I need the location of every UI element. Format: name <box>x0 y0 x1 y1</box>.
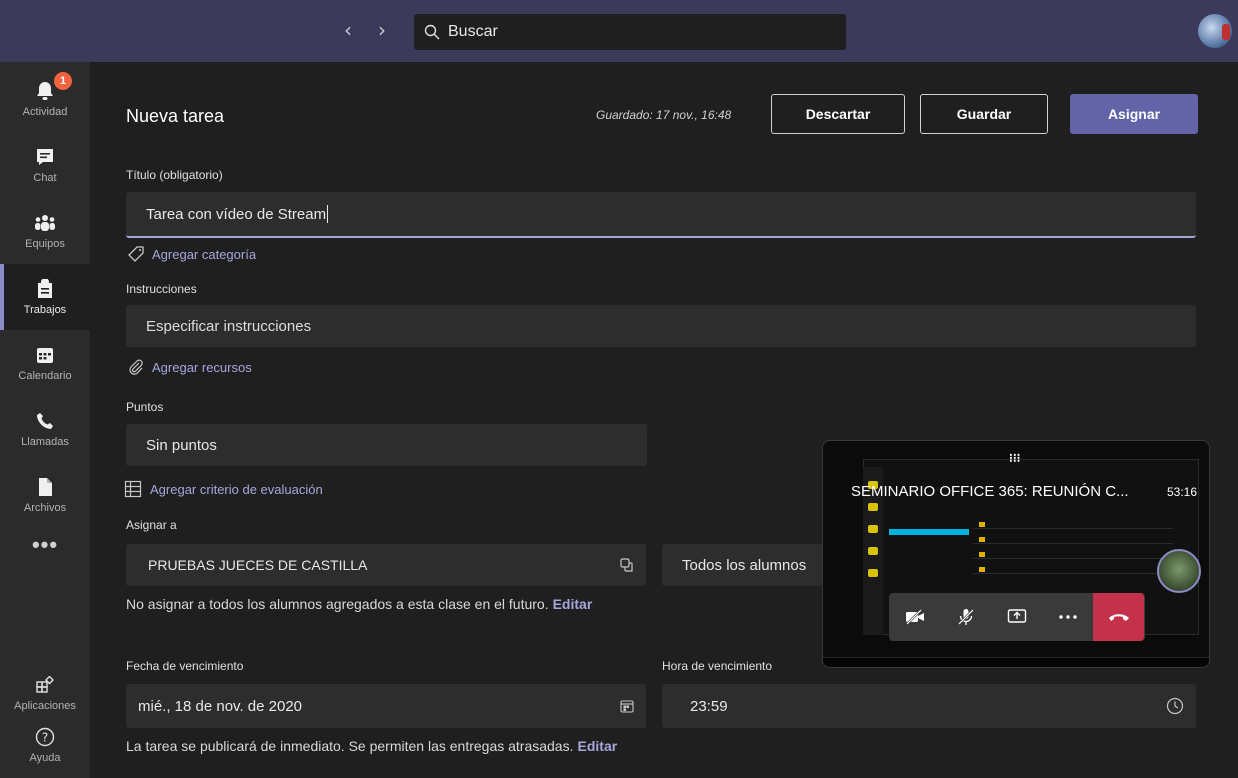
bell-icon <box>34 80 56 102</box>
publish-note-text: La tarea se publicará de inmediato. Se p… <box>126 738 574 754</box>
add-resources-link[interactable]: Agregar recursos <box>128 359 252 375</box>
save-button[interactable]: Guardar <box>920 94 1048 134</box>
instructions-field[interactable]: Especificar instrucciones <box>126 305 1196 347</box>
add-category-label: Agregar categoría <box>152 246 257 262</box>
meeting-duration: 53:16 <box>1166 485 1197 499</box>
tag-icon <box>128 246 144 262</box>
rail-item-more[interactable]: ••• <box>0 520 90 570</box>
class-value: PRUEBAS JUECES DE CASTILLA <box>148 557 368 573</box>
chat-icon <box>34 146 56 168</box>
page-title: Nueva tarea <box>126 106 225 126</box>
rail-item-files[interactable]: Archivos <box>0 462 90 528</box>
help-icon: ? <box>34 726 56 748</box>
file-icon <box>34 476 56 498</box>
teams-icon <box>34 212 56 234</box>
calendar-icon <box>34 344 56 366</box>
app-bar: 1 Actividad Chat Equipos Trabajos Calend… <box>0 62 90 778</box>
back-arrow-icon[interactable]: ‹ <box>336 16 360 44</box>
discard-button[interactable]: Descartar <box>771 94 905 134</box>
participant-thumbnail <box>1157 549 1201 593</box>
rail-label: Aplicaciones <box>14 700 76 712</box>
search-icon <box>424 24 440 40</box>
assign-to-label: Asignar a <box>126 518 177 532</box>
rail-label: Archivos <box>23 502 67 514</box>
rail-label: Ayuda <box>29 752 61 764</box>
meeting-video-overlay[interactable]: ⁝⁝⁝ SEMINARIO OFFICE 365: REUNIÓN C... 5… <box>822 440 1210 668</box>
apps-icon <box>34 674 56 696</box>
rail-item-calls[interactable]: Llamadas <box>0 396 90 462</box>
future-students-note: No asignar a todos los alumnos agregados… <box>126 596 592 612</box>
future-students-text: No asignar a todos los alumnos agregados… <box>126 596 549 612</box>
svg-text:?: ? <box>42 731 48 745</box>
text-caret <box>327 205 329 223</box>
phone-icon <box>34 410 56 432</box>
meeting-grid-icon[interactable]: ⁝⁝⁝ <box>1009 451 1020 465</box>
rail-label: Calendario <box>18 370 72 382</box>
points-label: Puntos <box>126 400 164 414</box>
paperclip-icon <box>128 359 144 375</box>
instructions-label: Instrucciones <box>126 282 197 296</box>
add-rubric-link[interactable]: Agregar criterio de evaluación <box>124 480 323 498</box>
class-picker[interactable]: PRUEBAS JUECES DE CASTILLA <box>126 544 646 586</box>
rail-item-calendar[interactable]: Calendario <box>0 330 90 396</box>
title-value: Tarea con vídeo de Stream <box>146 205 327 223</box>
future-edit-link[interactable]: Editar <box>553 596 593 612</box>
history-nav: ‹ › <box>336 16 394 44</box>
user-avatar[interactable] <box>1198 14 1232 48</box>
more-icon: ••• <box>31 532 59 557</box>
class-switch-icon <box>620 558 634 572</box>
due-date-field[interactable]: mié., 18 de nov. de 2020 <box>126 684 646 728</box>
hang-up-icon[interactable] <box>1093 593 1144 641</box>
due-date-value: mié., 18 de nov. de 2020 <box>138 697 303 715</box>
rail-label: Trabajos <box>23 304 67 316</box>
shared-channel-list <box>889 519 969 579</box>
notification-badge: 1 <box>54 72 72 90</box>
forward-arrow-icon[interactable]: › <box>370 16 394 44</box>
camera-off-icon[interactable] <box>889 593 940 641</box>
search-input[interactable]: Buscar <box>414 14 846 50</box>
assign-button[interactable]: Asignar <box>1070 94 1198 134</box>
rail-item-chat[interactable]: Chat <box>0 132 90 198</box>
rail-item-teams[interactable]: Equipos <box>0 198 90 264</box>
rail-item-assignments[interactable]: Trabajos <box>0 264 90 330</box>
points-field[interactable]: Sin puntos <box>126 424 647 466</box>
rail-label: Llamadas <box>21 436 69 448</box>
shared-taskbar <box>823 657 1209 667</box>
rail-item-help[interactable]: ? Ayuda <box>0 712 90 778</box>
due-time-label: Hora de vencimiento <box>662 659 773 673</box>
rubric-grid-icon <box>124 480 142 498</box>
calendar-picker-icon[interactable] <box>620 699 634 713</box>
saved-status: Guardado: 17 nov., 16:48 <box>596 108 732 122</box>
assignments-icon <box>34 278 56 300</box>
top-bar: ‹ › Buscar <box>0 0 1238 62</box>
due-time-field[interactable]: 23:59 <box>662 684 1196 728</box>
title-label: Título (obligatorio) <box>126 168 223 182</box>
rail-label: Actividad <box>22 106 68 118</box>
call-controls <box>889 593 1145 641</box>
meeting-title: SEMINARIO OFFICE 365: REUNIÓN C... <box>851 483 1129 500</box>
publish-note: La tarea se publicará de inmediato. Se p… <box>126 738 617 754</box>
add-rubric-label: Agregar criterio de evaluación <box>150 481 323 497</box>
publish-edit-link[interactable]: Editar <box>578 738 618 754</box>
due-time-value: 23:59 <box>690 697 728 715</box>
shared-file-rows <box>973 521 1173 581</box>
share-screen-icon[interactable] <box>991 593 1042 641</box>
more-options-icon[interactable] <box>1042 593 1093 641</box>
rail-item-activity[interactable]: 1 Actividad <box>0 66 90 132</box>
clock-icon[interactable] <box>1166 697 1184 715</box>
add-category-link[interactable]: Agregar categoría <box>128 246 256 262</box>
rail-label: Equipos <box>25 238 65 250</box>
search-placeholder: Buscar <box>448 23 498 40</box>
title-field[interactable]: Tarea con vídeo de Stream <box>126 192 1196 238</box>
add-resources-label: Agregar recursos <box>152 359 252 375</box>
due-date-label: Fecha de vencimiento <box>126 659 244 673</box>
new-assignment-panel: Nueva tarea Guardado: 17 nov., 16:48 Des… <box>90 62 1238 778</box>
rail-label: Chat <box>33 172 57 184</box>
mic-muted-icon[interactable] <box>940 593 991 641</box>
